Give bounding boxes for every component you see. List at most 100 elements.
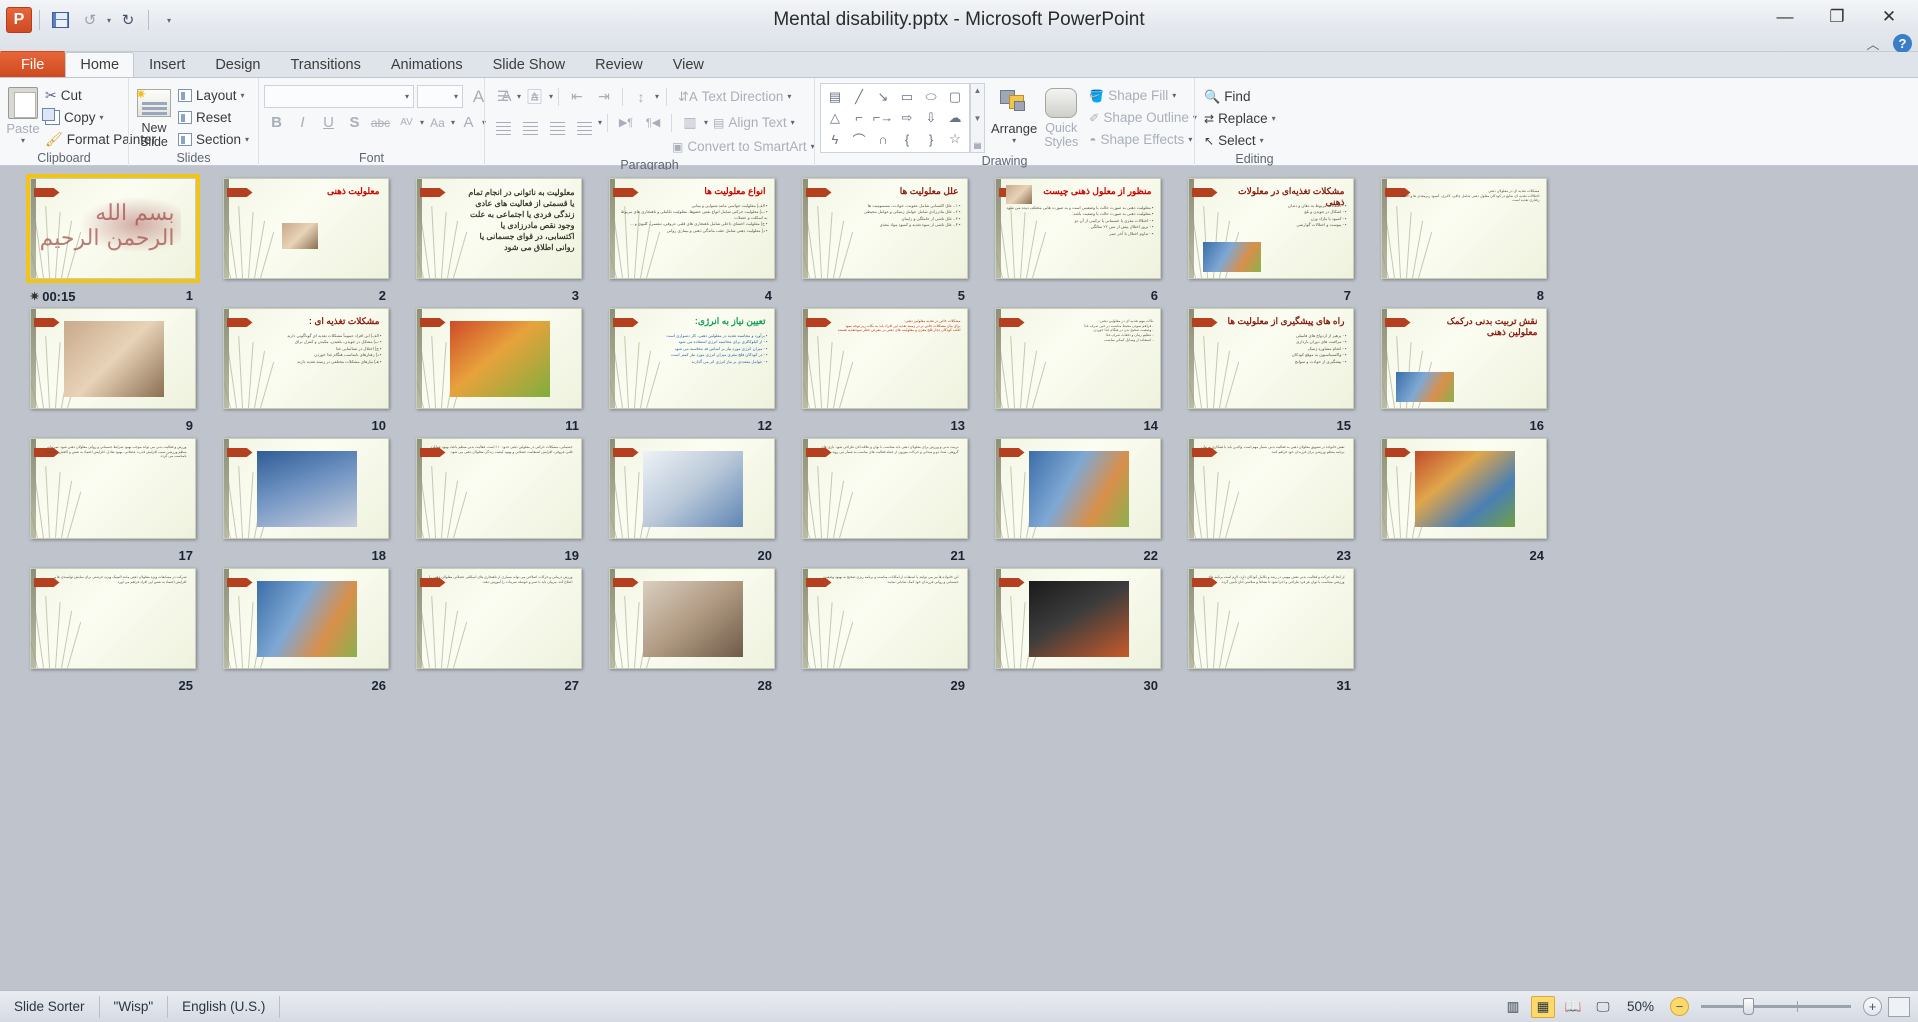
line-spacing-chevron-down-icon[interactable]: ▾ bbox=[655, 92, 659, 101]
quick-styles-button[interactable]: Quick Styles bbox=[1043, 83, 1079, 149]
bullets-button[interactable]: ☰ bbox=[490, 85, 516, 108]
strikethrough-button[interactable]: abc bbox=[368, 111, 393, 134]
shape-triangle-icon[interactable]: △ bbox=[823, 107, 847, 128]
tab-insert[interactable]: Insert bbox=[134, 52, 200, 77]
slide-thumbnail-cell[interactable]: 20 bbox=[595, 438, 788, 568]
slide-thumbnail-cell[interactable]: 22 bbox=[981, 438, 1174, 568]
status-language[interactable]: English (U.S.) bbox=[168, 995, 281, 1018]
shape-rectangle-icon[interactable]: ▭ bbox=[895, 86, 919, 107]
slide-thumbnail-16[interactable]: نقش تربیت بدنی درکمک معلولین ذهنی bbox=[1380, 308, 1547, 409]
shape-text-box-icon[interactable]: ▤ bbox=[823, 86, 847, 107]
tab-slide-show[interactable]: Slide Show bbox=[478, 52, 581, 77]
line-spacing-button[interactable]: ↕ bbox=[628, 85, 654, 108]
align-center-button[interactable] bbox=[517, 111, 543, 134]
slide-thumbnail-cell[interactable]: نقش خانواده در تشویق معلولان ذهنی به فعا… bbox=[1174, 438, 1367, 568]
slide-thumbnail-cell[interactable]: 30 bbox=[981, 568, 1174, 698]
tab-view[interactable]: View bbox=[658, 52, 719, 77]
slide-thumbnail-cell[interactable]: تعیین نیاز به انرژی: ▪ برآورد و محاسبه تغ… bbox=[595, 308, 788, 438]
slide-thumbnail-cell[interactable]: 11 bbox=[402, 308, 595, 438]
text-direction-button[interactable]: ⇵A Text Direction ▾ bbox=[674, 86, 795, 107]
slide-thumbnail-12[interactable]: تعیین نیاز به انرژی: ▪ برآورد و محاسبه تغ… bbox=[608, 308, 775, 409]
slide-thumbnail-15[interactable]: راه های پیشگیری از معلولیت ها ▪ - پرهیز ا… bbox=[1187, 308, 1354, 409]
slide-thumbnail-24[interactable] bbox=[1380, 438, 1547, 539]
shape-oval-icon[interactable]: ⬭ bbox=[919, 86, 943, 107]
character-spacing-button[interactable]: AV bbox=[394, 111, 419, 134]
zoom-out-button[interactable]: − bbox=[1670, 997, 1689, 1016]
shape-curve-icon[interactable]: ∩ bbox=[871, 129, 895, 150]
copy-dropdown-icon[interactable]: ▾ bbox=[100, 113, 104, 122]
slide-sorter-pane[interactable]: بسم الله الرحمن الرحیم ✷ 00:15 1 معلولیت … bbox=[0, 170, 1918, 990]
tab-home[interactable]: Home bbox=[65, 52, 135, 77]
slide-thumbnail-cell[interactable]: تربیت بدنی و ورزش برای معلولان ذهنی باید… bbox=[788, 438, 981, 568]
shape-star-icon[interactable]: ☆ bbox=[943, 129, 967, 150]
slide-thumbnail-22[interactable] bbox=[994, 438, 1161, 539]
slide-thumbnail-cell[interactable]: بسم الله الرحمن الرحیم ✷ 00:15 1 bbox=[16, 174, 209, 308]
arrange-chevron-down-icon[interactable]: ▾ bbox=[1012, 136, 1016, 145]
slide-thumbnail-cell[interactable]: ورزش درمانی و حرکات اصلاحی می تواند بسیا… bbox=[402, 568, 595, 698]
slide-thumbnail-9[interactable] bbox=[29, 308, 196, 409]
slide-thumbnail-cell[interactable]: جسمانی، مشکلات حرکتی در معلولین ذهنی حدو… bbox=[402, 438, 595, 568]
arrange-button[interactable]: Arrange ▾ bbox=[991, 83, 1037, 145]
replace-button[interactable]: ⇄ Replace ▾ bbox=[1200, 108, 1280, 129]
help-icon[interactable]: ? bbox=[1893, 34, 1912, 53]
slide-thumbnail-cell[interactable]: 18 bbox=[209, 438, 402, 568]
justify-button[interactable] bbox=[571, 111, 597, 134]
slide-thumbnail-cell[interactable]: انواع معلولیت ها ▪ الف) معلولیت حواسی مان… bbox=[595, 178, 788, 308]
fit-slide-to-window-button[interactable] bbox=[1888, 996, 1910, 1017]
shape-elbow-arrow-connector-icon[interactable]: ⌐→ bbox=[871, 107, 895, 128]
numbering-chevron-down-icon[interactable]: ▾ bbox=[549, 92, 553, 101]
scroll-up-icon[interactable]: ▲ bbox=[974, 86, 982, 95]
tab-animations[interactable]: Animations bbox=[376, 52, 478, 77]
font-name-chevron-down-icon[interactable]: ▾ bbox=[405, 92, 409, 101]
slide-thumbnail-18[interactable] bbox=[222, 438, 389, 539]
slide-thumbnail-19[interactable]: جسمانی، مشکلات حرکتی در معلولین ذهنی حدو… bbox=[415, 438, 582, 539]
replace-chevron-down-icon[interactable]: ▾ bbox=[1272, 114, 1276, 123]
tab-transitions[interactable]: Transitions bbox=[275, 52, 375, 77]
collapse-ribbon-icon[interactable]: ︿ bbox=[1863, 34, 1883, 53]
view-slideshow-button[interactable]: 🖵 bbox=[1591, 996, 1615, 1018]
shape-down-arrow-icon[interactable]: ⇩ bbox=[919, 107, 943, 128]
shape-left-brace-icon[interactable]: { bbox=[895, 129, 919, 150]
slide-thumbnail-5[interactable]: علل معلولیت ها ▪ ۱ ـ علل اکتسابی شامل عفو… bbox=[801, 178, 968, 279]
shape-arrow-icon[interactable]: ↘ bbox=[871, 86, 895, 107]
change-case-chevron-down-icon[interactable]: ▾ bbox=[451, 118, 455, 127]
slide-thumbnail-cell[interactable]: از آنجا که حرکت و فعالیت بدنی نقش مهمی د… bbox=[1174, 568, 1367, 698]
slide-thumbnail-10[interactable]: مشکلات تغذیه ای : ▪ الف) این افراد عموماً… bbox=[222, 308, 389, 409]
slide-thumbnail-30[interactable] bbox=[994, 568, 1161, 669]
shape-effects-chevron-down-icon[interactable]: ▾ bbox=[1188, 135, 1192, 144]
increase-indent-button[interactable]: ⇥ bbox=[591, 85, 617, 108]
align-text-chevron-down-icon[interactable]: ▾ bbox=[791, 118, 795, 127]
slide-thumbnail-cell[interactable]: مشکلات تغذیه ای در معلولان ذهنی اختلالات … bbox=[1367, 178, 1560, 308]
slide-thumbnail-cell[interactable]: 9 bbox=[16, 308, 209, 438]
shape-outline-button[interactable]: ✐ Shape Outline ▾ bbox=[1085, 107, 1201, 128]
tab-review[interactable]: Review bbox=[580, 52, 658, 77]
slide-thumbnail-14[interactable]: نکات مهم تغذیه ای در معلولین ذهنی: - فراه… bbox=[994, 308, 1161, 409]
shapes-gallery[interactable]: ▤ ╱ ↘ ▭ ⬭ ▢ △ ⌐ ⌐→ ⇨ ⇩ ☁ ϟ ⌒ ∩ { } ☆ bbox=[820, 83, 970, 153]
slide-thumbnail-3[interactable]: معلولیت به ناتوانی در انجام تمام یا قسمتی… bbox=[415, 178, 582, 279]
underline-button[interactable]: U bbox=[316, 111, 341, 134]
select-chevron-down-icon[interactable]: ▾ bbox=[1260, 136, 1264, 145]
slide-thumbnail-4[interactable]: انواع معلولیت ها ▪ الف) معلولیت حواسی مان… bbox=[608, 178, 775, 279]
slide-thumbnail-23[interactable]: نقش خانواده در تشویق معلولان ذهنی به فعا… bbox=[1187, 438, 1354, 539]
view-slide-sorter-button[interactable]: ▦ bbox=[1530, 995, 1555, 1018]
change-case-button[interactable]: Aa bbox=[425, 111, 450, 134]
numbering-button[interactable]: ≡ bbox=[522, 85, 548, 108]
slide-thumbnail-cell[interactable]: 26 bbox=[209, 568, 402, 698]
bold-button[interactable]: B bbox=[264, 111, 289, 134]
align-text-button[interactable]: ▤ Align Text ▾ bbox=[709, 112, 799, 133]
close-button[interactable]: ✕ bbox=[1864, 0, 1914, 34]
convert-to-smartart-button[interactable]: ▣ Convert to SmartArt ▾ bbox=[668, 136, 819, 157]
slide-thumbnail-cell[interactable]: مشکلات تغذیه ای : ▪ الف) این افراد عموماً… bbox=[209, 308, 402, 438]
slide-thumbnail-7[interactable]: مشکلات تغذیه‌ای در معلولات ذهنی ▪ - اختلا… bbox=[1187, 178, 1354, 279]
text-direction-chevron-down-icon[interactable]: ▾ bbox=[787, 92, 791, 101]
shape-arc-icon[interactable]: ⌒ bbox=[847, 129, 871, 150]
shape-right-brace-icon[interactable]: } bbox=[919, 129, 943, 150]
tab-design[interactable]: Design bbox=[200, 52, 275, 77]
font-color-button[interactable]: A bbox=[456, 111, 481, 134]
rtl-button[interactable]: ¶◀ bbox=[640, 111, 666, 134]
zoom-slider-handle[interactable] bbox=[1743, 998, 1754, 1015]
align-right-button[interactable] bbox=[544, 111, 570, 134]
shape-right-arrow-icon[interactable]: ⇨ bbox=[895, 107, 919, 128]
slide-thumbnail-cell[interactable]: نکات مهم تغذیه ای در معلولین ذهنی: - فراه… bbox=[981, 308, 1174, 438]
tab-file[interactable]: File bbox=[0, 51, 66, 77]
